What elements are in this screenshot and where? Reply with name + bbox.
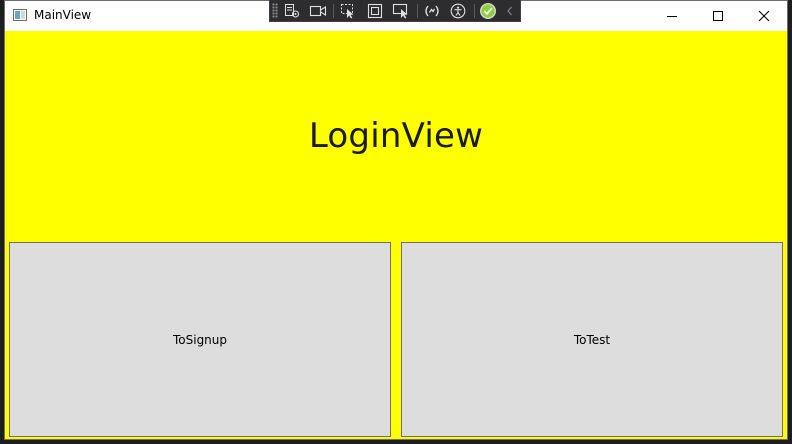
window-title: MainView [34, 8, 92, 22]
close-icon [758, 10, 770, 22]
to-test-label: ToTest [573, 332, 611, 347]
live-visual-tree-button[interactable] [282, 2, 302, 20]
header-area: LoginView [5, 31, 787, 241]
to-signup-button[interactable]: ToSignup [9, 242, 391, 437]
hot-reload-ok-icon [480, 3, 496, 19]
app-icon [13, 9, 27, 21]
collapse-toolbar-button[interactable] [502, 2, 518, 20]
toolbar-separator [417, 4, 418, 18]
debug-toolbar[interactable] [269, 0, 521, 22]
live-visual-tree-icon [285, 4, 300, 18]
record-button[interactable] [308, 2, 328, 20]
hot-reload-status-button[interactable] [478, 2, 498, 20]
minimize-button[interactable] [649, 1, 695, 31]
desktop: MainView LoginView ToSignup ToTest [0, 0, 792, 444]
to-signup-label: ToSignup [172, 332, 228, 347]
record-icon [309, 5, 327, 17]
minimize-icon [667, 16, 677, 17]
close-button[interactable] [741, 1, 787, 31]
maximize-icon [713, 11, 723, 21]
to-test-button[interactable]: ToTest [401, 242, 783, 437]
toolbar-separator [333, 4, 334, 18]
toolbar-grip[interactable] [272, 3, 278, 18]
accessibility-button[interactable] [448, 2, 468, 20]
maximize-button[interactable] [695, 1, 741, 31]
binding-failures-button[interactable] [422, 2, 442, 20]
track-focus-icon [392, 3, 408, 19]
layout-adorners-button[interactable] [365, 2, 385, 20]
toolbar-separator [474, 4, 475, 18]
select-element-icon [341, 4, 354, 19]
display-layout-adorners-icon [367, 3, 383, 19]
main-window: MainView LoginView ToSignup ToTest [4, 0, 788, 440]
accessibility-icon [450, 3, 466, 19]
collapse-chevron-icon [507, 6, 512, 16]
select-element-button[interactable] [338, 2, 358, 20]
track-focus-button[interactable] [391, 2, 411, 20]
page-title: LoginView [308, 116, 484, 156]
binding-failures-icon [425, 5, 439, 17]
